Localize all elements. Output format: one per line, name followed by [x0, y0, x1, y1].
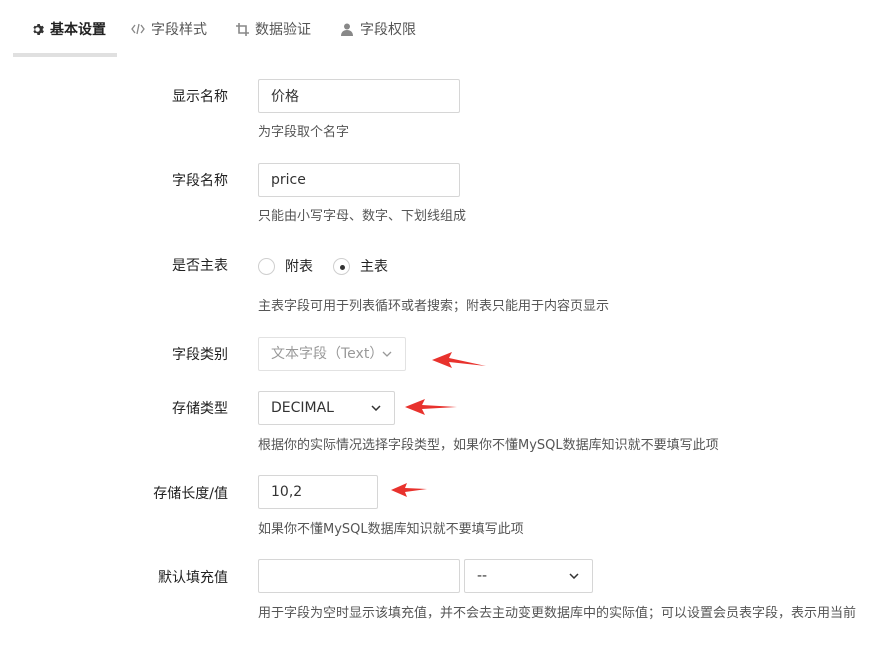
tab-field-style[interactable]: 字段样式: [131, 0, 207, 58]
display-name-input[interactable]: [258, 79, 460, 113]
radio-attached-table[interactable]: 附表: [258, 256, 313, 276]
tab-bar: 基本设置 字段样式 数据验证 字段权限: [0, 0, 895, 58]
main-table-label: 是否主表: [172, 258, 228, 274]
annotation-arrow-icon: [405, 399, 457, 415]
radio-label: 主表: [360, 259, 388, 275]
tab-data-validation[interactable]: 数据验证: [235, 0, 311, 58]
radio-main-table[interactable]: 主表: [333, 256, 388, 276]
main-table-radio-group: 附表 主表: [258, 256, 408, 276]
default-value-field-select[interactable]: --: [464, 559, 593, 593]
tab-label: 数据验证: [255, 22, 311, 38]
storage-type-value: DECIMAL: [271, 400, 334, 416]
user-icon: [340, 22, 354, 36]
field-type-value: 文本字段（Text）: [271, 346, 384, 362]
storage-type-label: 存储类型: [172, 401, 228, 417]
storage-type-select[interactable]: DECIMAL: [258, 391, 395, 425]
annotation-arrow-icon: [432, 352, 486, 368]
radio-circle[interactable]: [258, 257, 275, 275]
crop-icon: [235, 22, 249, 36]
storage-length-label: 存储长度/值: [153, 486, 228, 502]
tab-label: 字段权限: [360, 22, 416, 38]
default-value-label: 默认填充值: [158, 570, 228, 586]
default-value-help: 用于字段为空时显示该填充值，并不会去主动变更数据库中的实际值；可以设置会员表字段…: [258, 606, 857, 621]
tab-label: 字段样式: [151, 22, 207, 38]
default-value-input[interactable]: [258, 559, 460, 593]
tab-field-permissions[interactable]: 字段权限: [340, 0, 416, 58]
chevron-down-icon: [370, 402, 382, 414]
field-name-label: 字段名称: [172, 173, 228, 189]
storage-length-help: 如果你不懂MySQL数据库知识就不要填写此项: [258, 522, 524, 537]
code-icon: [131, 22, 145, 36]
active-tab-indicator: [13, 53, 117, 57]
tab-basic-settings[interactable]: 基本设置: [30, 0, 106, 58]
field-type-select[interactable]: 文本字段（Text）: [258, 337, 406, 371]
radio-label: 附表: [285, 259, 313, 275]
storage-length-input[interactable]: [258, 475, 378, 509]
tab-label: 基本设置: [50, 22, 106, 38]
field-type-label: 字段类别: [172, 347, 228, 363]
field-name-help: 只能由小写字母、数字、下划线组成: [258, 209, 467, 224]
display-name-label: 显示名称: [172, 89, 228, 105]
radio-circle-checked[interactable]: [333, 257, 350, 275]
chevron-down-icon: [381, 348, 393, 360]
main-table-help: 主表字段可用于列表循环或者搜索；附表只能用于内容页显示: [258, 299, 610, 314]
storage-type-help: 根据你的实际情况选择字段类型，如果你不懂MySQL数据库知识就不要填写此项: [258, 438, 719, 453]
gear-icon: [30, 22, 44, 36]
field-name-input[interactable]: [258, 163, 460, 197]
chevron-down-icon: [568, 570, 580, 582]
default-value-select-value: --: [477, 568, 488, 584]
annotation-arrow-icon: [391, 483, 427, 497]
display-name-help: 为字段取个名字: [258, 125, 350, 140]
